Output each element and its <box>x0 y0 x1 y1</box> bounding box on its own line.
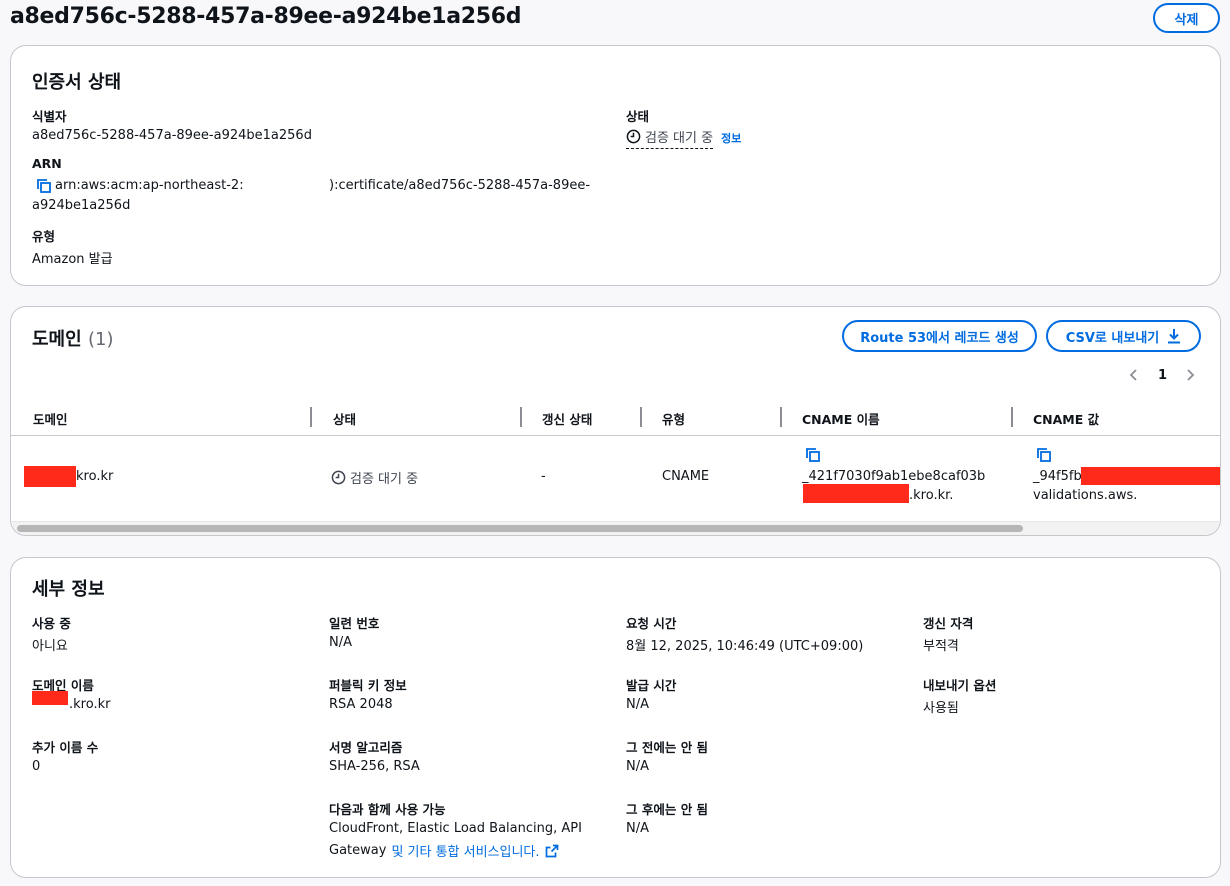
column-header-cname-value[interactable]: CNAME 값 <box>1033 409 1099 428</box>
identifier-value: a8ed756c-5288-457a-89ee-a924be1a256d <box>32 128 312 143</box>
column-divider[interactable] <box>310 407 312 427</box>
identifier-label: 식별자 <box>32 109 67 124</box>
info-link[interactable]: 정보 <box>721 130 741 146</box>
in-use-value: 아니요 <box>32 639 68 654</box>
row-cname-value-line1: _94f5fb <box>1033 469 1082 484</box>
arn-value-part2: ):certificate/a8ed756c-5288-457a-89ee- <box>329 178 591 193</box>
export-option-value: 사용됨 <box>923 701 959 716</box>
redacted-block <box>24 466 76 487</box>
can-be-used-with-line2: Gateway 및 기타 통합 서비스입니다. <box>329 841 559 860</box>
certificate-status-panel: 인증서 상태 식별자 a8ed756c-5288-457a-89ee-a924b… <box>10 45 1221 286</box>
column-divider[interactable] <box>520 407 522 427</box>
clock-icon <box>626 129 641 144</box>
can-be-used-with-prefix: Gateway <box>329 843 387 858</box>
column-header-cname-name[interactable]: CNAME 이름 <box>802 409 880 428</box>
domain-name-value: .kro.kr <box>69 697 111 712</box>
renewal-eligibility-label: 갱신 자격 <box>923 616 974 631</box>
requested-at-label: 요청 시간 <box>626 616 677 631</box>
not-before-value: N/A <box>626 759 649 774</box>
arn-value-line2: a924be1a256d <box>32 198 131 213</box>
row-cname-name-line1: _421f7030f9ab1ebe8caf03b <box>802 469 986 484</box>
public-key-label: 퍼블릭 키 정보 <box>329 678 407 693</box>
row-domain: kro.kr <box>76 469 114 484</box>
cert-status-heading: 인증서 상태 <box>32 72 122 93</box>
other-services-link[interactable]: 및 기타 통합 서비스입니다. <box>391 841 539 860</box>
status-value: 검증 대기 중 <box>645 131 714 146</box>
domains-count: (1) <box>87 329 114 350</box>
signature-algorithm-value: SHA-256, RSA <box>329 759 420 774</box>
row-cname-name-line2: .kro.kr. <box>909 488 954 503</box>
page-number[interactable]: 1 <box>1158 368 1167 383</box>
scrollbar-thumb[interactable] <box>17 525 1023 532</box>
status-indicator: 검증 대기 중 정보 <box>626 127 741 149</box>
status-pending[interactable]: 검증 대기 중 <box>626 127 714 149</box>
details-panel: 세부 정보 사용 중 아니요 도메인 이름 .kro.kr 추가 이름 수 0 … <box>10 557 1221 878</box>
copy-icon[interactable] <box>36 178 52 194</box>
export-csv-button[interactable]: CSV로 내보내기 <box>1046 320 1201 352</box>
copy-icon[interactable] <box>805 447 821 463</box>
serial-number-label: 일련 번호 <box>329 616 380 631</box>
redacted-block <box>1081 467 1220 485</box>
not-after-value: N/A <box>626 821 649 836</box>
arn-label: ARN <box>32 156 62 171</box>
page-title: a8ed756c-5288-457a-89ee-a924be1a256d <box>10 4 522 29</box>
delete-button[interactable]: 삭제 <box>1153 3 1220 33</box>
additional-names-value: 0 <box>32 759 41 774</box>
not-after-label: 그 후에는 안 됨 <box>626 802 709 817</box>
row-cname-value-line2: validations.aws. <box>1033 488 1138 503</box>
chevron-left-icon[interactable] <box>1128 368 1140 382</box>
requested-at-value: 8월 12, 2025, 10:46:49 (UTC+09:00) <box>626 639 864 654</box>
domains-heading: 도메인 (1) <box>32 325 113 351</box>
row-type: CNAME <box>662 469 710 484</box>
external-link-icon[interactable] <box>545 844 559 858</box>
additional-names-label: 추가 이름 수 <box>32 740 99 755</box>
domains-heading-text: 도메인 <box>32 329 82 350</box>
renewal-eligibility-value: 부적격 <box>923 639 959 654</box>
details-heading: 세부 정보 <box>32 579 105 600</box>
column-header-domain[interactable]: 도메인 <box>33 409 68 428</box>
public-key-value: RSA 2048 <box>329 697 393 712</box>
redacted-block <box>32 691 68 705</box>
can-be-used-with-label: 다음과 함께 사용 가능 <box>329 802 446 817</box>
can-be-used-with-value: CloudFront, Elastic Load Balancing, API <box>329 821 582 836</box>
row-status: 검증 대기 중 <box>331 468 418 487</box>
status-label: 상태 <box>626 109 650 124</box>
table-header-divider <box>11 435 1220 436</box>
download-icon <box>1167 328 1181 344</box>
in-use-label: 사용 중 <box>32 616 71 631</box>
issued-at-value: N/A <box>626 697 649 712</box>
column-header-renewal-status[interactable]: 갱신 상태 <box>542 409 592 428</box>
column-header-type[interactable]: 유형 <box>662 409 685 428</box>
serial-number-value: N/A <box>329 635 352 650</box>
row-status-value: 검증 대기 중 <box>350 472 419 487</box>
clock-icon <box>331 470 346 485</box>
redacted-block <box>803 484 909 503</box>
issued-at-label: 발급 시간 <box>626 678 677 693</box>
domains-panel: 도메인 (1) Route 53에서 레코드 생성 CSV로 내보내기 1 도메… <box>10 306 1221 536</box>
type-label: 유형 <box>32 229 56 244</box>
export-option-label: 내보내기 옵션 <box>923 678 997 693</box>
not-before-label: 그 전에는 안 됨 <box>626 740 709 755</box>
chevron-right-icon[interactable] <box>1184 368 1196 382</box>
arn-value-part1: arn:aws:acm:ap-northeast-2: <box>55 178 244 193</box>
column-divider[interactable] <box>640 407 642 427</box>
column-divider[interactable] <box>780 407 782 427</box>
type-value: Amazon 발급 <box>32 252 113 267</box>
copy-icon[interactable] <box>1036 447 1052 463</box>
column-divider[interactable] <box>1011 407 1013 427</box>
create-route53-records-button[interactable]: Route 53에서 레코드 생성 <box>842 320 1037 352</box>
export-csv-label: CSV로 내보내기 <box>1065 330 1160 346</box>
row-renewal-status: - <box>541 469 546 484</box>
column-header-status[interactable]: 상태 <box>333 409 356 428</box>
signature-algorithm-label: 서명 알고리즘 <box>329 740 403 755</box>
